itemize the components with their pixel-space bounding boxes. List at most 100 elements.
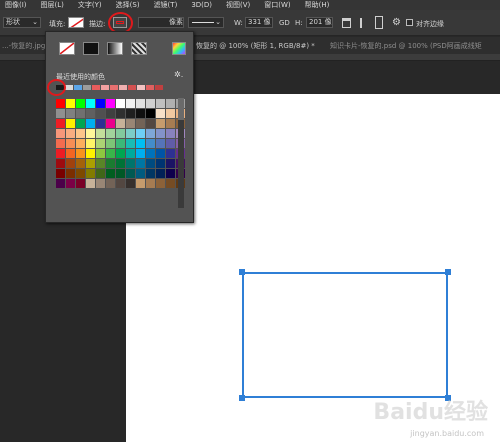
color-swatch[interactable] xyxy=(116,179,125,188)
height-field[interactable]: 201 像 xyxy=(306,17,333,28)
color-swatch[interactable] xyxy=(76,159,85,168)
gear-icon[interactable]: ⚙ xyxy=(392,17,401,28)
color-swatch[interactable] xyxy=(106,149,115,158)
color-swatch[interactable] xyxy=(76,169,85,178)
color-swatch[interactable] xyxy=(136,179,145,188)
color-swatch[interactable] xyxy=(166,109,175,118)
recent-color-swatch[interactable] xyxy=(74,85,82,90)
gear-icon[interactable]: ✲. xyxy=(174,70,183,79)
color-swatch[interactable] xyxy=(96,99,105,108)
recent-color-swatch[interactable] xyxy=(83,85,91,90)
tab-document-3[interactable]: 知识卡片-恢复的.psd @ 100% (PSD阿画成线矩 xyxy=(330,41,482,51)
color-swatch[interactable] xyxy=(116,99,125,108)
menu-image[interactable]: 图像(I) xyxy=(0,0,36,10)
color-swatch[interactable] xyxy=(146,119,155,128)
color-swatch[interactable] xyxy=(146,159,155,168)
color-swatch[interactable] xyxy=(136,119,145,128)
align-edges-checkbox[interactable] xyxy=(406,19,413,26)
color-swatch[interactable] xyxy=(66,169,75,178)
color-swatch[interactable] xyxy=(116,159,125,168)
color-swatch[interactable] xyxy=(86,129,95,138)
color-swatch[interactable] xyxy=(56,129,65,138)
color-swatch[interactable] xyxy=(56,159,65,168)
handle-bottom-left[interactable] xyxy=(239,395,245,401)
color-swatch[interactable] xyxy=(166,169,175,178)
path-alignment-icon[interactable] xyxy=(360,18,370,28)
menu-window[interactable]: 窗口(W) xyxy=(259,0,299,10)
color-swatch[interactable] xyxy=(96,119,105,128)
color-swatch[interactable] xyxy=(86,179,95,188)
tab-document-active[interactable]: 恢复的 @ 100% (矩形 1, RGB/8#) * xyxy=(196,41,315,51)
color-swatch[interactable] xyxy=(116,169,125,178)
color-swatch[interactable] xyxy=(156,99,165,108)
handle-top-right[interactable] xyxy=(445,269,451,275)
tab-document-1[interactable]: ...-恢复的.jpg xyxy=(2,41,45,51)
color-swatch[interactable] xyxy=(116,119,125,128)
pattern-button[interactable] xyxy=(131,42,147,55)
color-swatch[interactable] xyxy=(106,99,115,108)
color-swatch[interactable] xyxy=(126,119,135,128)
color-swatch[interactable] xyxy=(116,139,125,148)
color-swatch[interactable] xyxy=(156,119,165,128)
color-swatch[interactable] xyxy=(66,159,75,168)
color-swatch[interactable] xyxy=(106,129,115,138)
color-swatch[interactable] xyxy=(66,139,75,148)
color-swatch[interactable] xyxy=(116,129,125,138)
color-swatch[interactable] xyxy=(66,109,75,118)
color-swatch[interactable] xyxy=(146,149,155,158)
color-swatch[interactable] xyxy=(126,129,135,138)
color-swatch[interactable] xyxy=(126,149,135,158)
color-swatch[interactable] xyxy=(96,149,105,158)
color-swatch[interactable] xyxy=(166,129,175,138)
color-swatch[interactable] xyxy=(156,159,165,168)
color-swatch[interactable] xyxy=(166,149,175,158)
no-color-button[interactable] xyxy=(59,42,75,55)
color-swatch[interactable] xyxy=(146,139,155,148)
path-arrangement-icon[interactable] xyxy=(375,16,383,29)
color-swatch[interactable] xyxy=(146,179,155,188)
color-swatch[interactable] xyxy=(76,179,85,188)
color-swatch[interactable] xyxy=(146,99,155,108)
recent-color-swatch[interactable] xyxy=(137,85,145,90)
color-swatch[interactable] xyxy=(66,179,75,188)
menu-3d[interactable]: 3D(D) xyxy=(186,0,221,10)
color-swatch[interactable] xyxy=(96,179,105,188)
color-swatch[interactable] xyxy=(106,119,115,128)
color-swatch[interactable] xyxy=(156,149,165,158)
color-swatch[interactable] xyxy=(56,139,65,148)
color-swatch[interactable] xyxy=(76,119,85,128)
color-swatch[interactable] xyxy=(96,159,105,168)
color-swatch[interactable] xyxy=(76,149,85,158)
color-swatch[interactable] xyxy=(56,99,65,108)
color-swatch[interactable] xyxy=(66,119,75,128)
color-swatch[interactable] xyxy=(76,99,85,108)
color-swatch[interactable] xyxy=(106,139,115,148)
color-swatch[interactable] xyxy=(156,169,165,178)
color-swatch[interactable] xyxy=(116,149,125,158)
color-swatch[interactable] xyxy=(146,129,155,138)
recent-color-swatch[interactable] xyxy=(119,85,127,90)
color-swatch[interactable] xyxy=(136,139,145,148)
color-swatch[interactable] xyxy=(166,99,175,108)
fill-swatch-button[interactable] xyxy=(68,17,84,28)
color-swatch[interactable] xyxy=(86,139,95,148)
handle-top-left[interactable] xyxy=(239,269,245,275)
color-swatch[interactable] xyxy=(86,109,95,118)
recent-color-swatch[interactable] xyxy=(128,85,136,90)
color-swatch[interactable] xyxy=(126,109,135,118)
color-swatch[interactable] xyxy=(96,169,105,178)
color-swatch[interactable] xyxy=(116,109,125,118)
color-swatch[interactable] xyxy=(126,179,135,188)
color-swatch[interactable] xyxy=(56,109,65,118)
color-swatch[interactable] xyxy=(76,109,85,118)
menu-layer[interactable]: 图层(L) xyxy=(36,0,73,10)
stroke-type-select[interactable]: ⌄ xyxy=(188,17,224,28)
color-swatch[interactable] xyxy=(166,119,175,128)
recent-color-swatch[interactable] xyxy=(146,85,154,90)
color-swatch[interactable] xyxy=(56,149,65,158)
color-swatch[interactable] xyxy=(166,179,175,188)
color-swatch[interactable] xyxy=(56,119,65,128)
color-swatch[interactable] xyxy=(156,129,165,138)
recent-color-swatch[interactable] xyxy=(155,85,163,90)
color-swatch[interactable] xyxy=(146,109,155,118)
